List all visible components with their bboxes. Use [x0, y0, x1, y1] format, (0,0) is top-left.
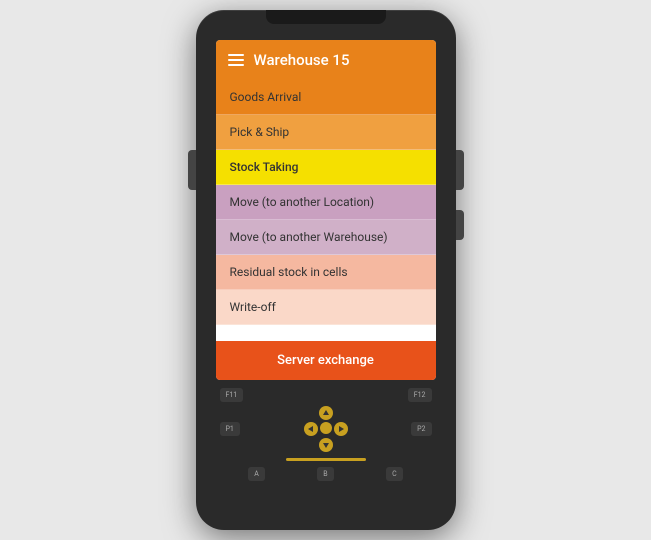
abc-key-row: A B C	[216, 467, 436, 481]
fn-key-row: F11 F12	[216, 388, 436, 402]
scan-indicator-bar	[286, 458, 366, 461]
side-button-right2[interactable]	[456, 210, 464, 240]
side-button-left[interactable]	[188, 150, 196, 190]
nav-up-button[interactable]	[319, 406, 333, 420]
menu-item-write-off[interactable]: Write-off	[216, 290, 436, 325]
nav-center-button[interactable]	[320, 422, 332, 434]
nav-cluster	[304, 406, 348, 452]
nav-key-row: P1	[216, 406, 436, 452]
c-key[interactable]: C	[386, 467, 403, 481]
side-button-right[interactable]	[456, 150, 464, 190]
device-top-bumper	[266, 10, 386, 24]
app-title: Warehouse 15	[254, 51, 350, 69]
f12-key[interactable]: F12	[408, 388, 432, 402]
menu-item-residual-stock[interactable]: Residual stock in cells	[216, 255, 436, 290]
menu-item-pick-ship[interactable]: Pick & Ship	[216, 115, 436, 150]
keypad: F11 F12 P1	[216, 388, 436, 481]
menu-list: Goods Arrival Pick & Ship Stock Taking M…	[216, 80, 436, 341]
nav-left-button[interactable]	[304, 422, 318, 436]
hamburger-menu-icon[interactable]	[228, 54, 244, 66]
f11-key[interactable]: F11	[220, 388, 244, 402]
b-key[interactable]: B	[317, 467, 333, 481]
nav-down-button[interactable]	[319, 438, 333, 452]
menu-item-goods-arrival[interactable]: Goods Arrival	[216, 80, 436, 115]
p2-key[interactable]: P2	[411, 422, 431, 436]
handheld-device: Warehouse 15 Goods Arrival Pick & Ship S…	[196, 10, 456, 530]
nav-right-button[interactable]	[334, 422, 348, 436]
menu-item-stock-taking[interactable]: Stock Taking	[216, 150, 436, 185]
device-screen: Warehouse 15 Goods Arrival Pick & Ship S…	[216, 40, 436, 380]
menu-item-move-location[interactable]: Move (to another Location)	[216, 185, 436, 220]
menu-item-move-warehouse[interactable]: Move (to another Warehouse)	[216, 220, 436, 255]
p1-key[interactable]: P1	[220, 422, 240, 436]
app-header: Warehouse 15	[216, 40, 436, 80]
server-exchange-button[interactable]: Server exchange	[216, 341, 436, 380]
a-key[interactable]: A	[248, 467, 265, 481]
